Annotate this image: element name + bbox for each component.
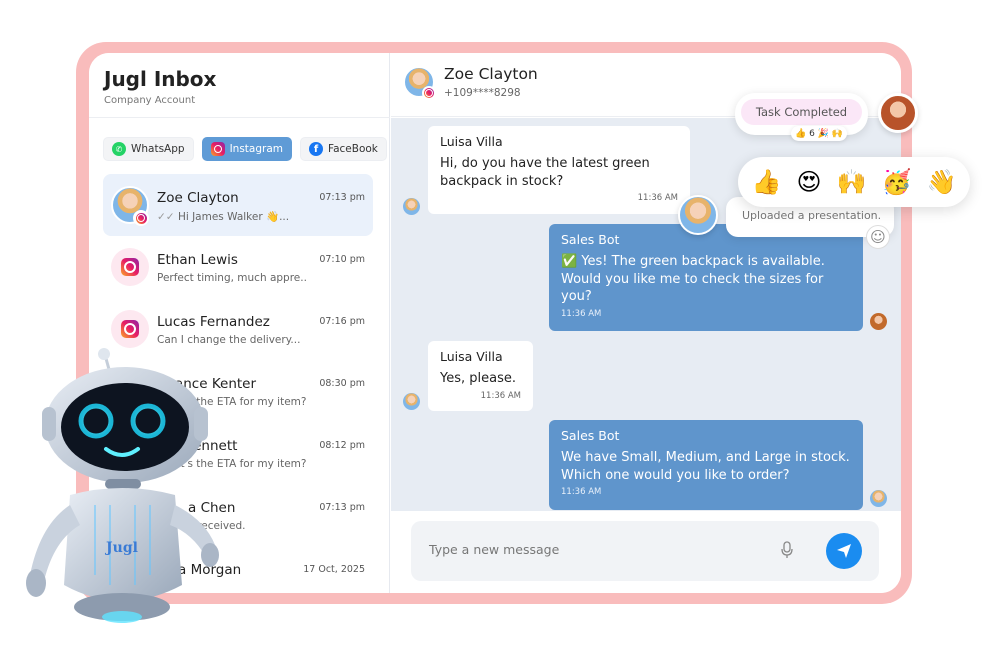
message-input[interactable]: Type a new message [411, 521, 879, 581]
instagram-icon [422, 86, 436, 100]
send-icon [837, 544, 851, 558]
avatar [403, 393, 420, 410]
message-sender: Sales Bot [561, 428, 620, 443]
task-label: Task Completed [741, 99, 862, 125]
message-bubble: Sales Bot ✅ Yes! The green backpack is a… [549, 224, 863, 331]
facebook-icon: f [309, 142, 323, 156]
message-time: 11:36 AM [480, 390, 521, 401]
inbox-title: Jugl Inbox [104, 67, 217, 91]
avatar [678, 195, 718, 235]
stage: Jugl Inbox Company Account ✆ WhatsApp In… [0, 0, 988, 647]
filter-label: FaceBook [328, 143, 378, 155]
conversation-time: 07:13 pm [319, 502, 365, 513]
message-time: 11:36 AM [561, 487, 602, 497]
thumbs-up-emoji[interactable]: 👍 [752, 170, 782, 194]
conversation-item[interactable]: Zoe Clayton ✓✓ Hi James Walker 👋... 07:1… [103, 174, 373, 236]
instagram-icon [210, 142, 225, 156]
robot-label: Jugl [104, 540, 138, 556]
contact-phone: +109****8298 [444, 87, 521, 99]
filter-facebook[interactable]: f FaceBook [300, 137, 387, 161]
message-time: 11:36 AM [561, 308, 602, 319]
send-button[interactable] [826, 533, 862, 569]
filter-whatsapp[interactable]: ✆ WhatsApp [103, 137, 194, 161]
instagram-icon [121, 320, 139, 338]
channel-filters: ✆ WhatsApp Instagram f FaceBook [103, 137, 387, 161]
emoji-reaction-bar: 👍 😍 🙌 🥳 👋 [738, 157, 970, 207]
message-bubble: Sales Bot We have Small, Medium, and Lar… [549, 420, 863, 510]
conversation-name: Ethan Lewis [157, 252, 238, 268]
avatar [870, 490, 887, 507]
message-text: Hi, do you have the latest green backpac… [440, 156, 650, 189]
filter-instagram[interactable]: Instagram [201, 137, 292, 161]
avatar [111, 310, 149, 348]
message-input-placeholder: Type a new message [429, 542, 560, 557]
task-notification: Task Completed 👍 6 🎉 🙌 [735, 93, 868, 141]
avatar [870, 313, 887, 330]
message-text: Yes, please. [440, 371, 516, 386]
conversation-item[interactable]: Ethan Lewis Perfect timing, much appre..… [103, 236, 373, 298]
avatar [111, 248, 149, 286]
message-bubble: Luisa Villa Hi, do you have the latest g… [428, 126, 690, 214]
microphone-icon[interactable] [781, 541, 793, 559]
conversation-name: Zoe Clayton [157, 190, 239, 206]
divider [89, 117, 390, 118]
message-sender: Luisa Villa [440, 134, 503, 149]
avatar [403, 198, 420, 215]
conversation-time: 08:12 pm [319, 440, 365, 451]
message-sender: Luisa Villa [440, 349, 503, 364]
message-bubble: Luisa Villa Yes, please. 11:36 AM [428, 341, 533, 411]
conversation-time: 17 Oct, 2025 [303, 564, 365, 575]
heart-eyes-emoji[interactable]: 😍 [797, 170, 822, 194]
filter-label: WhatsApp [131, 143, 185, 155]
account-subtitle: Company Account [104, 95, 196, 106]
party-face-emoji[interactable]: 🥳 [882, 170, 912, 194]
waving-hand-emoji[interactable]: 👋 [927, 170, 957, 194]
task-reactions: 👍 6 🎉 🙌 [791, 126, 847, 141]
conversation-preview: ✓✓ Hi James Walker 👋... [157, 211, 290, 223]
raised-hands-emoji[interactable]: 🙌 [837, 170, 867, 194]
instagram-icon [121, 258, 139, 276]
conversation-time: 07:13 pm [319, 192, 365, 203]
filter-label: Instagram [229, 143, 283, 155]
emoji-picker-icon[interactable]: ☺ [866, 225, 890, 249]
whatsapp-icon: ✆ [112, 142, 126, 156]
conversation-preview: Perfect timing, much appre... [157, 272, 307, 284]
double-check-icon: ✓✓ [157, 211, 178, 223]
message-text: We have Small, Medium, and Large in stoc… [561, 450, 850, 483]
contact-name: Zoe Clayton [444, 65, 538, 83]
robot-mascot: Jugl [26, 348, 219, 623]
conversation-time: 07:10 pm [319, 254, 365, 265]
conversation-time: 07:16 pm [319, 316, 365, 327]
message-time: 11:36 AM [637, 193, 678, 203]
avatar [878, 93, 918, 133]
upload-text: Uploaded a presentation. [742, 209, 882, 222]
conversation-name: Lucas Fernandez [157, 314, 270, 330]
conversation-time: 08:30 pm [319, 378, 365, 389]
composer: Type a new message [391, 511, 901, 593]
instagram-icon [133, 210, 149, 226]
message-text: ✅ Yes! The green backpack is available. … [561, 254, 825, 304]
